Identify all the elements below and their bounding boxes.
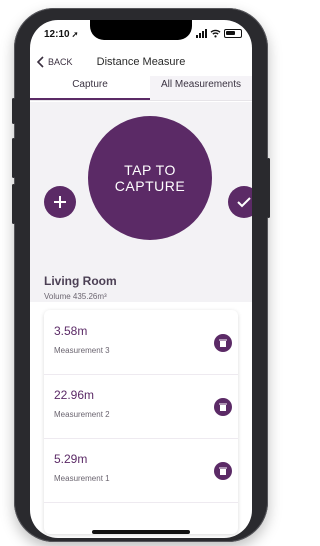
plus-icon [54, 196, 66, 208]
measurement-value: 3.58m [54, 324, 88, 338]
mute-switch [12, 98, 15, 124]
time-text: 12:10 [44, 29, 70, 40]
wifi-icon [210, 29, 221, 38]
measurement-value: 5.29m [54, 452, 88, 466]
page-title: Distance Measure [96, 56, 186, 68]
room-volume: Volume 435.26m³ [44, 292, 107, 301]
confirm-button[interactable] [228, 186, 252, 218]
home-indicator [92, 530, 190, 534]
status-icons [196, 29, 242, 38]
measurement-value: 22.96m [54, 388, 95, 402]
volume-up-button [12, 138, 15, 178]
measurement-row[interactable]: 5.29m Measurement 1 [44, 438, 238, 503]
measurement-label: Measurement 2 [54, 410, 110, 419]
app-screen: 12:10 ➚ BACK Distance Measure Capture All… [30, 20, 252, 538]
check-icon [237, 197, 251, 208]
tab-capture[interactable]: Capture [30, 76, 150, 100]
measurement-row[interactable]: 22.96m Measurement 2 [44, 374, 238, 439]
add-button[interactable] [44, 186, 76, 218]
tap-to-capture-button[interactable]: TAP TO CAPTURE [88, 116, 212, 240]
capture-line-2: CAPTURE [114, 178, 186, 194]
room-name: Living Room [44, 274, 117, 288]
delete-measurement-button[interactable] [214, 334, 232, 352]
trash-icon [219, 339, 227, 347]
measurement-label: Measurement 1 [54, 474, 110, 483]
delete-measurement-button[interactable] [214, 462, 232, 480]
notch [90, 20, 192, 40]
status-time: 12:10 ➚ [44, 29, 78, 40]
measurement-list: 3.58m Measurement 3 22.96m Measurement 2… [44, 310, 238, 534]
location-arrow-icon: ➚ [71, 30, 79, 39]
power-button [267, 158, 270, 218]
volume-down-button [12, 184, 15, 224]
capture-line-1: TAP TO [124, 162, 176, 178]
measurement-label: Measurement 3 [54, 346, 110, 355]
trash-icon [219, 403, 227, 411]
measurement-row[interactable]: 3.58m Measurement 3 [44, 310, 238, 375]
trash-icon [219, 467, 227, 475]
cellular-signal-icon [196, 29, 207, 38]
battery-icon [224, 29, 242, 38]
delete-measurement-button[interactable] [214, 398, 232, 416]
tab-all-measurements[interactable]: All Measurements [150, 76, 252, 100]
tab-bar: Capture All Measurements [30, 76, 252, 101]
